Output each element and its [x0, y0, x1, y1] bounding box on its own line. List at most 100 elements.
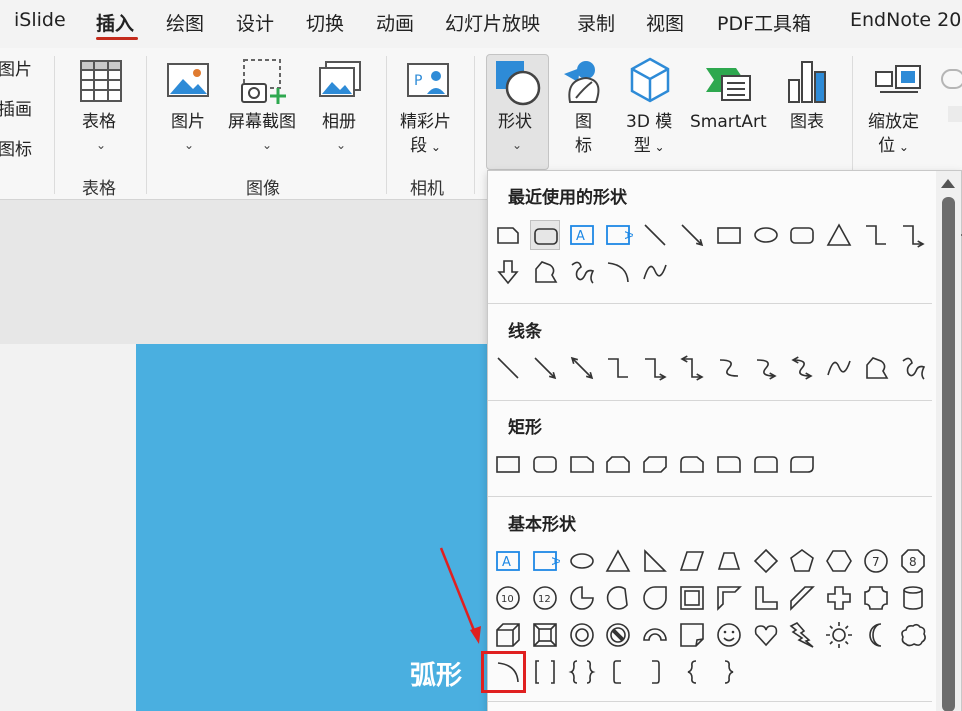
tab-insert[interactable]: 插入 — [96, 9, 134, 36]
smartart-button[interactable]: SmartArt — [690, 110, 767, 134]
double-bracket-shape-icon[interactable] — [530, 657, 560, 687]
snip-same-side-shape-icon[interactable] — [603, 449, 633, 479]
freeform-shape-icon[interactable] — [861, 353, 891, 383]
moon-shape-icon[interactable] — [861, 620, 891, 650]
octagon-8-shape-icon[interactable]: 8 — [898, 546, 928, 576]
picture-icon[interactable] — [166, 60, 212, 106]
right-triangle-shape-icon[interactable] — [640, 546, 670, 576]
ribbon-illustration-item[interactable]: 插画 — [0, 98, 32, 122]
snip-single-corner-shape-icon[interactable] — [567, 449, 597, 479]
plaque-shape-icon[interactable] — [861, 583, 891, 613]
snip-round-single-shape-icon[interactable] — [677, 449, 707, 479]
tab-transitions[interactable]: 切换 — [306, 9, 344, 36]
diamond-shape-icon[interactable] — [751, 546, 781, 576]
double-arrow-line-shape-icon[interactable] — [567, 353, 597, 383]
elbow-double-arrow-shape-icon[interactable] — [677, 353, 707, 383]
triangle-shape-icon[interactable] — [824, 220, 854, 250]
teardrop-shape-icon[interactable] — [640, 583, 670, 613]
scroll-thumb[interactable] — [942, 197, 955, 711]
icons-button[interactable]: 图标 — [575, 110, 592, 158]
oval-shape-icon[interactable] — [751, 220, 781, 250]
chart-icon[interactable] — [786, 58, 830, 108]
chevron-down-icon[interactable]: ⌄ — [184, 138, 194, 152]
shapes-icon[interactable] — [493, 58, 543, 112]
table-button[interactable]: 表格 — [82, 110, 116, 134]
heptagon-7-shape-icon[interactable]: 7 — [861, 546, 891, 576]
zoom-icon[interactable] — [874, 62, 924, 106]
tab-islide[interactable]: iSlide — [14, 9, 66, 31]
tab-pdf-toolbox[interactable]: PDF工具箱 — [717, 9, 811, 36]
round-single-corner-shape-icon[interactable] — [714, 449, 744, 479]
l-shape-shape-icon[interactable] — [751, 583, 781, 613]
arrow-line-shape-icon[interactable] — [677, 220, 707, 250]
arc-shape-icon[interactable] — [603, 257, 633, 287]
chevron-down-icon[interactable]: ⌄ — [512, 138, 522, 152]
heart-shape-icon[interactable] — [751, 620, 781, 650]
round-same-side-shape-icon[interactable] — [751, 449, 781, 479]
half-frame-shape-icon[interactable] — [714, 583, 744, 613]
picture-button[interactable]: 图片 — [171, 110, 205, 134]
chevron-down-icon[interactable]: ⌄ — [262, 138, 272, 152]
lightning-bolt-shape-icon[interactable] — [787, 620, 817, 650]
curve-shape-icon[interactable] — [640, 257, 670, 287]
cloud-shape-icon[interactable] — [898, 620, 928, 650]
no-symbol-shape-icon[interactable] — [603, 620, 633, 650]
cube-shape-icon[interactable] — [493, 620, 523, 650]
curve-shape-icon[interactable] — [824, 353, 854, 383]
cameo-icon[interactable]: P — [406, 60, 452, 106]
elbow-connector-shape-icon[interactable] — [603, 353, 633, 383]
diagonal-stripe-shape-icon[interactable] — [787, 583, 817, 613]
left-bracket-shape-icon[interactable] — [603, 657, 633, 687]
curved-double-arrow-shape-icon[interactable] — [787, 353, 817, 383]
smiley-face-shape-icon[interactable] — [714, 620, 744, 650]
screenshot-icon[interactable] — [238, 58, 292, 110]
frame-shape-icon[interactable] — [677, 583, 707, 613]
double-brace-shape-icon[interactable] — [567, 657, 597, 687]
chevron-down-icon[interactable]: ⌄ — [96, 138, 106, 152]
elbow-arrow-connector-shape-icon[interactable] — [640, 353, 670, 383]
album-button[interactable]: 相册 — [322, 110, 356, 134]
can-shape-icon[interactable] — [898, 583, 928, 613]
donut-shape-icon[interactable] — [567, 620, 597, 650]
cameo-button[interactable]: 精彩片段 ⌄ — [400, 110, 451, 159]
tab-slideshow[interactable]: 幻灯片放映 — [445, 9, 540, 36]
textbox-h-shape-icon[interactable]: A — [567, 220, 597, 250]
right-bracket-shape-icon[interactable] — [640, 657, 670, 687]
rounded-rect-shape-icon[interactable] — [529, 220, 560, 250]
plus-shape-icon[interactable] — [824, 583, 854, 613]
photo-album-icon[interactable] — [318, 60, 364, 106]
elbow-connector-shape-icon[interactable] — [861, 220, 891, 250]
ribbon-picture-item[interactable]: 图片 — [0, 58, 32, 82]
dodecagon-12-shape-icon[interactable]: 12 — [530, 583, 560, 613]
rectangle-shape-icon[interactable] — [493, 449, 523, 479]
rounded-rect-shape-icon[interactable] — [787, 220, 817, 250]
sun-shape-icon[interactable] — [824, 620, 854, 650]
3d-model-button[interactable]: 3D 模型 ⌄ — [626, 110, 672, 159]
scribble-shape-icon[interactable] — [567, 257, 597, 287]
tab-record[interactable]: 录制 — [577, 9, 615, 36]
chart-button[interactable]: 图表 — [790, 110, 824, 134]
screenshot-button[interactable]: 屏幕截图 — [228, 110, 296, 134]
down-arrow-shape-icon[interactable] — [493, 257, 523, 287]
tab-endnote[interactable]: EndNote 20 — [850, 9, 961, 31]
left-brace-shape-icon[interactable] — [677, 657, 707, 687]
freeform-shape-icon[interactable] — [530, 257, 560, 287]
scribble-shape-icon[interactable] — [898, 353, 928, 383]
folded-corner-shape-icon[interactable] — [677, 620, 707, 650]
bevel-shape-icon[interactable] — [530, 620, 560, 650]
smartart-icon[interactable] — [704, 62, 752, 106]
rectangle-shape-icon[interactable] — [714, 220, 744, 250]
decagon-10-shape-icon[interactable]: 10 — [493, 583, 523, 613]
block-arc-shape-icon[interactable] — [640, 620, 670, 650]
triangle-shape-icon[interactable] — [603, 546, 633, 576]
tab-design[interactable]: 设计 — [236, 9, 274, 36]
parallelogram-shape-icon[interactable] — [677, 546, 707, 576]
textbox-h-shape-icon[interactable]: A — [493, 546, 523, 576]
arrow-line-shape-icon[interactable] — [530, 353, 560, 383]
textbox-v-shape-icon[interactable]: A — [530, 546, 560, 576]
3d-model-icon[interactable] — [628, 56, 672, 108]
table-icon[interactable] — [78, 58, 124, 108]
pentagon-shape-icon[interactable] — [787, 546, 817, 576]
round-diagonal-shape-icon[interactable] — [787, 449, 817, 479]
tab-animations[interactable]: 动画 — [376, 9, 414, 36]
